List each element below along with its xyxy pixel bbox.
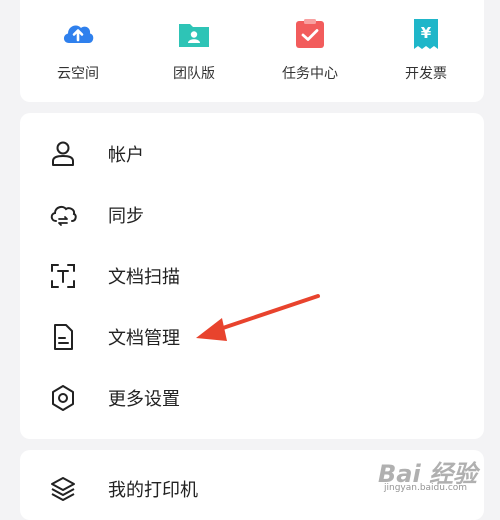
- baidu-jingyan-watermark: Bai 经验 jingyan.baidu.com: [378, 452, 498, 498]
- cloud-sync-icon: [50, 205, 77, 226]
- invoice-symbol: ¥: [421, 24, 432, 42]
- invoice-receipt-icon: ¥: [414, 19, 438, 49]
- user-icon: [52, 141, 74, 166]
- menu-item-label: 文档管理: [108, 328, 180, 349]
- quick-action-cloud-space[interactable]: 云空间: [20, 0, 136, 102]
- task-check-icon: [296, 19, 324, 48]
- settings-gear-icon: [52, 385, 74, 411]
- quick-action-label: 任务中心: [282, 66, 338, 82]
- quick-action-label: 云空间: [57, 66, 99, 82]
- menu-item-document-scan[interactable]: 文档扫描: [20, 246, 484, 306]
- menu-item-account[interactable]: 帐户: [20, 124, 484, 184]
- menu-item-label: 帐户: [108, 145, 144, 166]
- document-icon: [54, 324, 73, 350]
- cloud-upload-icon: [63, 25, 94, 43]
- menu-item-sync[interactable]: 同步: [20, 185, 484, 245]
- quick-actions-card: 云空间 团队版 任务中心 ¥ 开发票: [20, 0, 484, 102]
- menu-item-document-management[interactable]: 文档管理: [20, 307, 484, 367]
- quick-action-label: 开发票: [405, 66, 447, 82]
- quick-action-team[interactable]: 团队版: [136, 0, 252, 102]
- team-folder-icon: [179, 24, 209, 47]
- text-scan-icon: [51, 264, 75, 288]
- quick-action-task-center[interactable]: 任务中心: [252, 0, 368, 102]
- quick-action-label: 团队版: [173, 66, 215, 82]
- menu-item-more-settings[interactable]: 更多设置: [20, 368, 484, 428]
- watermark-sub: jingyan.baidu.com: [384, 483, 468, 493]
- quick-action-invoice[interactable]: ¥ 开发票: [368, 0, 484, 102]
- menu-item-label: 同步: [108, 206, 144, 227]
- menu-item-label: 我的打印机: [108, 480, 198, 501]
- settings-menu-card: 帐户 同步 文档扫描 文档管理 更多设置: [20, 113, 484, 439]
- menu-item-label: 文档扫描: [108, 267, 180, 288]
- menu-item-label: 更多设置: [108, 389, 180, 410]
